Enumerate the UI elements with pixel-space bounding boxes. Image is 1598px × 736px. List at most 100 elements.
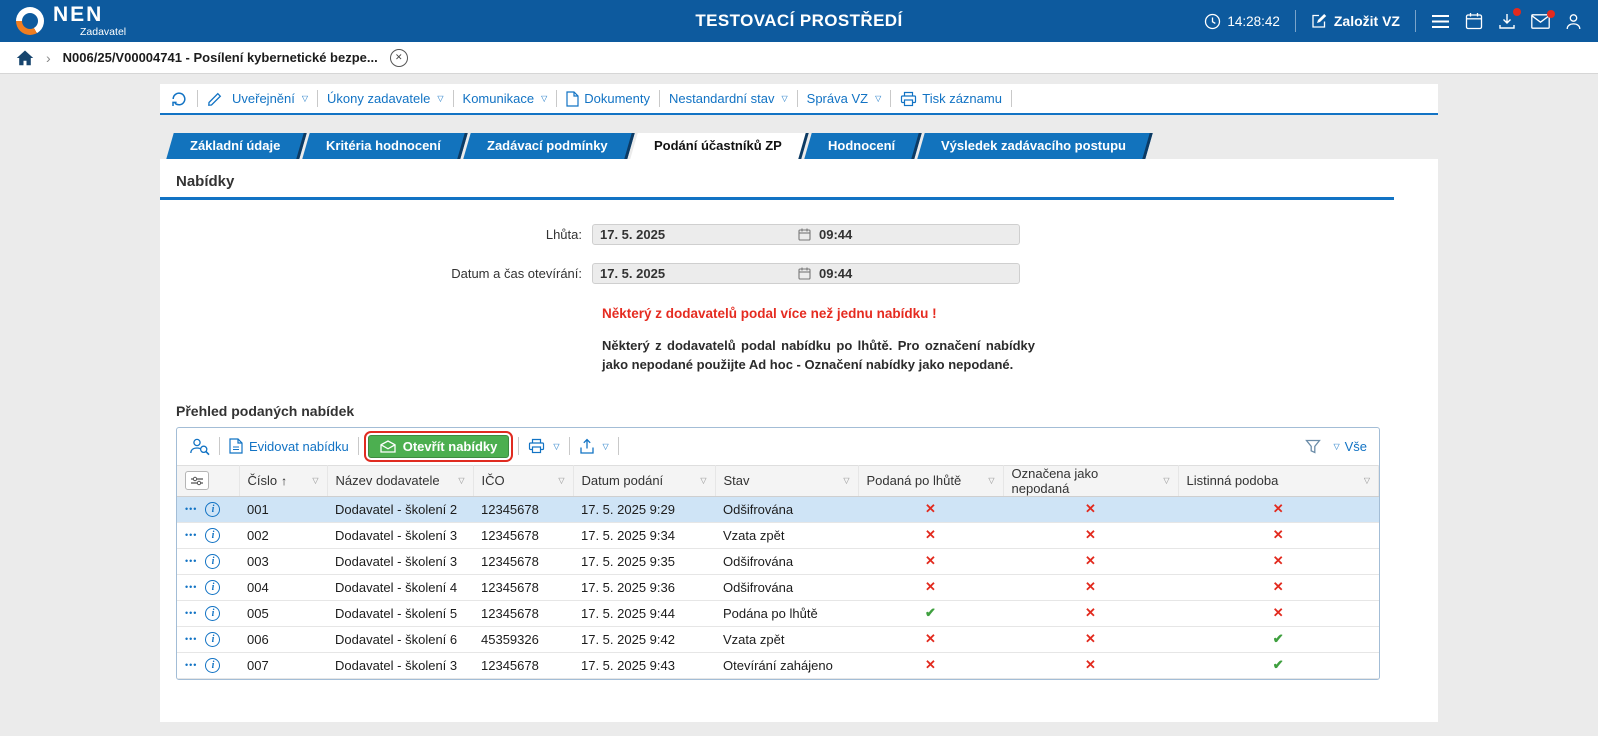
breadcrumb-record[interactable]: N006/25/V00004741 - Posílení kybernetick… (63, 50, 378, 65)
row-info-icon[interactable]: i (205, 502, 220, 517)
row-info-icon[interactable]: i (205, 528, 220, 543)
submission-datetime: 17. 5. 2025 9:36 (573, 574, 715, 600)
table-row[interactable]: •••i004Dodavatel - školení 41234567817. … (177, 574, 1379, 600)
tab-podani-ucastniku-zp[interactable]: Podání účastníků ZP (630, 133, 808, 159)
home-icon[interactable] (16, 50, 34, 66)
person-search-icon (189, 437, 210, 456)
register-offer-button[interactable]: Evidovat nabídku (229, 438, 349, 454)
menu-nestandardni-stav[interactable]: Nestandardní stav▽ (669, 91, 788, 106)
deadline-label: Lhůta: (160, 227, 592, 242)
tab-kriteria-hodnoceni[interactable]: Kritéria hodnocení (303, 133, 468, 159)
create-vz-button[interactable]: Založit VZ (1311, 13, 1400, 29)
supplier-name: Dodavatel - školení 3 (327, 548, 473, 574)
column-settings-icon[interactable] (185, 471, 209, 490)
col-cislo[interactable]: Číslo↑▽ (239, 465, 327, 496)
filter-dropdown-icon[interactable]: ▽ (1364, 476, 1370, 485)
chevron-down-icon: ▽ (437, 94, 443, 103)
menu-dokumenty[interactable]: Dokumenty (566, 91, 650, 107)
filter-dropdown-icon[interactable]: ▽ (458, 476, 464, 485)
filter-dropdown-icon[interactable]: ▽ (1163, 476, 1169, 485)
row-info-icon[interactable]: i (205, 658, 220, 673)
col-datum-podani[interactable]: Datum podání▽ (573, 465, 715, 496)
menu-ukony-zadavatele[interactable]: Úkony zadavatele▽ (327, 91, 444, 106)
tab-zakladni-udaje[interactable]: Základní údaje (166, 133, 307, 159)
filter-dropdown-icon[interactable]: ▽ (843, 476, 849, 485)
find-supplier-button[interactable] (189, 437, 210, 456)
filter-dropdown-icon[interactable]: ▽ (312, 476, 318, 485)
row-menu-icon[interactable]: ••• (185, 627, 197, 652)
divider (890, 90, 891, 107)
row-info-icon[interactable]: i (205, 554, 220, 569)
row-info-icon[interactable]: i (205, 606, 220, 621)
tab-vysledek-zadavaciho-postupu[interactable]: Výsledek zadávacího postupu (917, 133, 1152, 159)
export-button[interactable]: ▽ (579, 438, 609, 454)
close-record-icon[interactable]: ✕ (390, 49, 408, 67)
row-menu-icon[interactable]: ••• (185, 601, 197, 626)
table-row[interactable]: •••i005Dodavatel - školení 51234567817. … (177, 600, 1379, 626)
calendar-button[interactable] (1465, 12, 1483, 30)
offer-status: Odšifrována (715, 496, 858, 522)
profile-button[interactable] (1565, 13, 1582, 30)
offer-number: 003 (239, 548, 327, 574)
divider (219, 437, 220, 455)
offers-table-body: •••i001Dodavatel - školení 21234567817. … (177, 496, 1379, 678)
col-podana-po-lhute[interactable]: Podaná po lhůtě▽ (858, 465, 1003, 496)
row-menu-icon[interactable]: ••• (185, 653, 197, 678)
col-nazev-dodavatele[interactable]: Název dodavatele▽ (327, 465, 473, 496)
edit-button[interactable] (207, 91, 223, 107)
filter-dropdown-icon[interactable]: ▽ (558, 476, 564, 485)
tab-hodnoceni[interactable]: Hodnocení (804, 133, 922, 159)
col-listinna-podoba[interactable]: Listinná podoba▽ (1178, 465, 1379, 496)
calendar-icon[interactable] (798, 228, 811, 241)
print-grid-button[interactable]: ▽ (528, 438, 559, 454)
col-ico[interactable]: IČO▽ (473, 465, 573, 496)
filter-icon[interactable] (1305, 439, 1321, 454)
supplier-name: Dodavatel - školení 4 (327, 574, 473, 600)
col-oznacena-jako-nepodana[interactable]: Označena jako nepodaná▽ (1003, 465, 1178, 496)
menu-sprava-vz[interactable]: Správa VZ▽ (807, 91, 882, 106)
paper-form-mark-cross-icon: ✕ (1178, 574, 1379, 600)
filter-dropdown-icon[interactable]: ▽ (700, 476, 706, 485)
menu-komunikace[interactable]: Komunikace▽ (463, 91, 548, 106)
table-row[interactable]: •••i003Dodavatel - školení 31234567817. … (177, 548, 1379, 574)
supplier-name: Dodavatel - školení 6 (327, 626, 473, 652)
table-row[interactable]: •••i007Dodavatel - školení 31234567817. … (177, 652, 1379, 678)
filter-dropdown-icon[interactable]: ▽ (988, 476, 994, 485)
row-menu-icon[interactable]: ••• (185, 523, 197, 548)
supplier-ico: 12345678 (473, 548, 573, 574)
menu-button[interactable] (1431, 14, 1450, 29)
history-button[interactable] (170, 90, 188, 108)
row-menu-icon[interactable]: ••• (185, 575, 197, 600)
chevron-down-icon: ▽ (302, 94, 308, 103)
late-mark-cross-icon: ✕ (858, 548, 1003, 574)
row-info-icon[interactable]: i (205, 632, 220, 647)
view-filter-dropdown[interactable]: ▽ Vše (1331, 439, 1367, 454)
table-row[interactable]: •••i001Dodavatel - školení 21234567817. … (177, 496, 1379, 522)
section-title: Nabídky (160, 159, 1438, 197)
calendar-icon[interactable] (798, 267, 811, 280)
deadline-field[interactable]: 17. 5. 2025 09:44 (592, 224, 1020, 245)
not-submitted-mark-cross-icon: ✕ (1003, 626, 1178, 652)
messages-button[interactable] (1531, 14, 1550, 29)
row-info-icon[interactable]: i (205, 580, 220, 595)
supplier-ico: 12345678 (473, 600, 573, 626)
row-menu-icon[interactable]: ••• (185, 549, 197, 574)
table-row[interactable]: •••i006Dodavatel - školení 64535932617. … (177, 626, 1379, 652)
table-row[interactable]: •••i002Dodavatel - školení 31234567817. … (177, 522, 1379, 548)
supplier-ico: 12345678 (473, 522, 573, 548)
brand[interactable]: NEN Zadavatel (16, 4, 126, 38)
deadline-date-value: 17. 5. 2025 (600, 227, 798, 242)
divider (1295, 10, 1296, 32)
col-stav[interactable]: Stav▽ (715, 465, 858, 496)
downloads-button[interactable] (1498, 12, 1516, 30)
record-toolbar: Uveřejnění▽ Úkony zadavatele▽ Komunikace… (160, 84, 1438, 115)
divider (358, 437, 359, 455)
opening-field[interactable]: 17. 5. 2025 09:44 (592, 263, 1020, 284)
submission-datetime: 17. 5. 2025 9:42 (573, 626, 715, 652)
column-config-header (177, 465, 239, 496)
print-record-button[interactable]: Tisk záznamu (900, 91, 1002, 107)
open-offers-button[interactable]: Otevřít nabídky (368, 435, 510, 458)
tab-zadavaci-podminky[interactable]: Zadávací podmínky (463, 133, 634, 159)
row-menu-icon[interactable]: ••• (185, 497, 197, 522)
menu-uverejneni[interactable]: Uveřejnění▽ (232, 91, 308, 106)
